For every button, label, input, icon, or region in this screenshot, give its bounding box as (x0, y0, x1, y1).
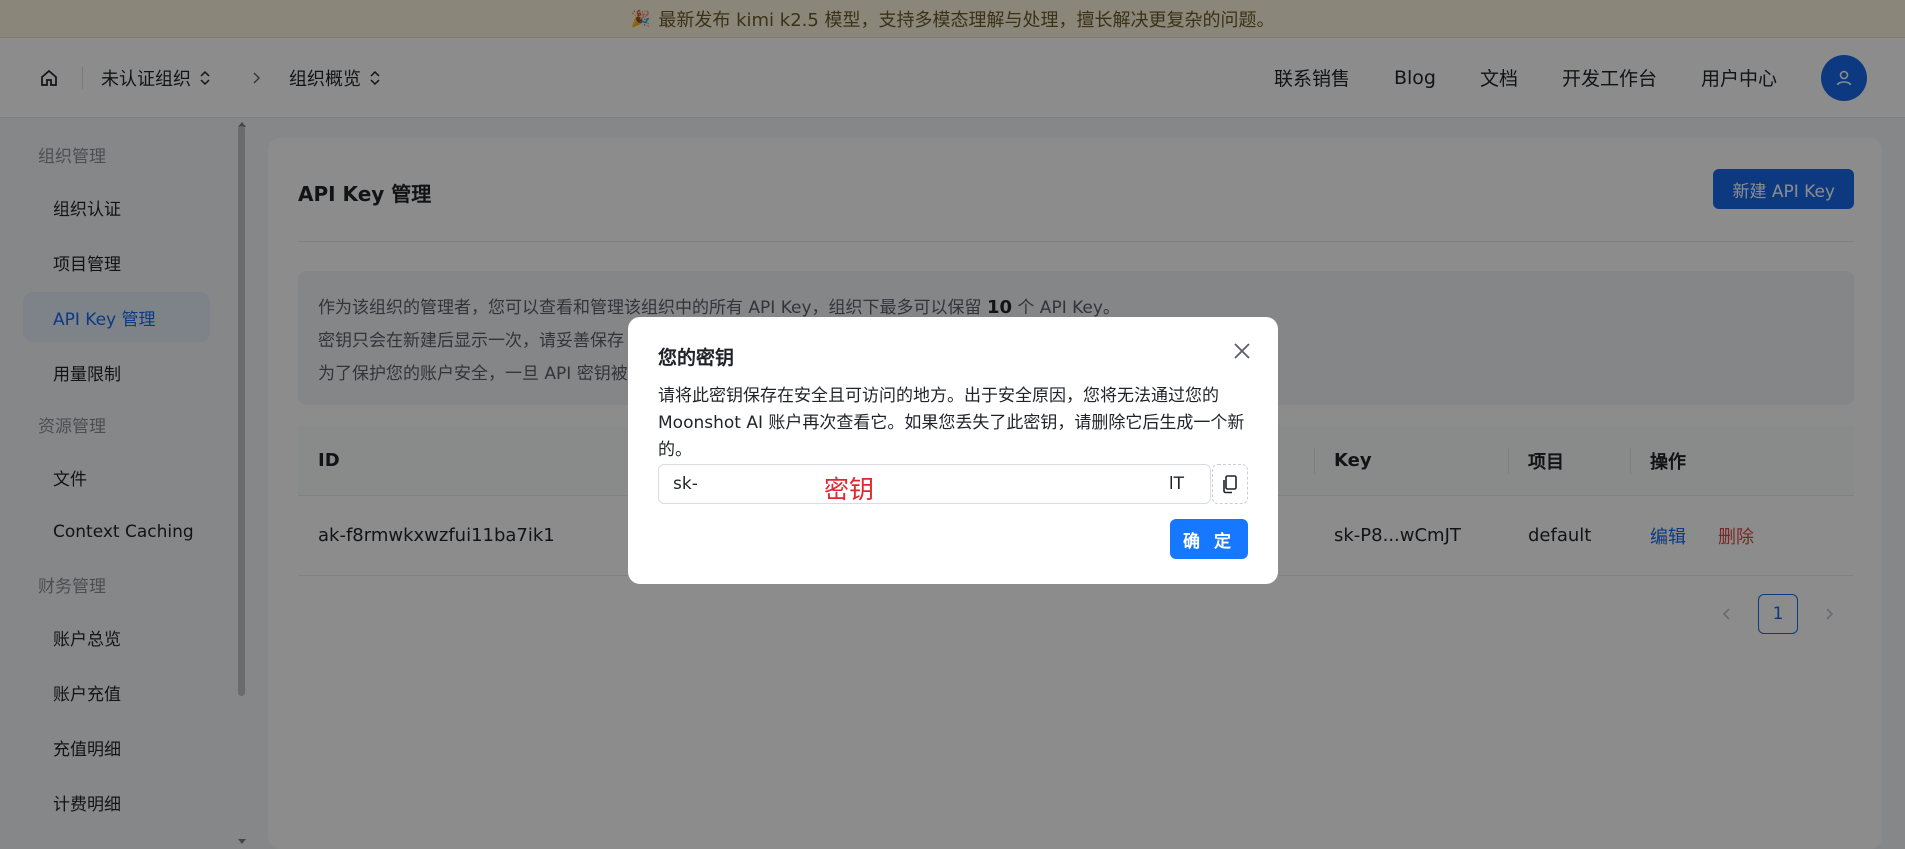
confirm-button[interactable]: 确 定 (1170, 519, 1248, 559)
key-redaction-label: 密钥 (824, 475, 875, 504)
key-prefix: sk- (673, 474, 698, 494)
close-icon[interactable] (1228, 337, 1256, 365)
dialog-description: 请将此密钥保存在安全且可访问的地方。出于安全原因，您将无法通过您的 Moonsh… (658, 386, 1245, 460)
dialog-title: 您的密钥 (658, 347, 735, 369)
secret-key-field[interactable]: sk- 密钥 lT (658, 464, 1211, 504)
secret-key-dialog: 您的密钥 请将此密钥保存在安全且可访问的地方。出于安全原因，您将无法通过您的 M… (628, 317, 1278, 584)
key-suffix: lT (1168, 474, 1184, 494)
copy-icon[interactable] (1212, 464, 1248, 504)
